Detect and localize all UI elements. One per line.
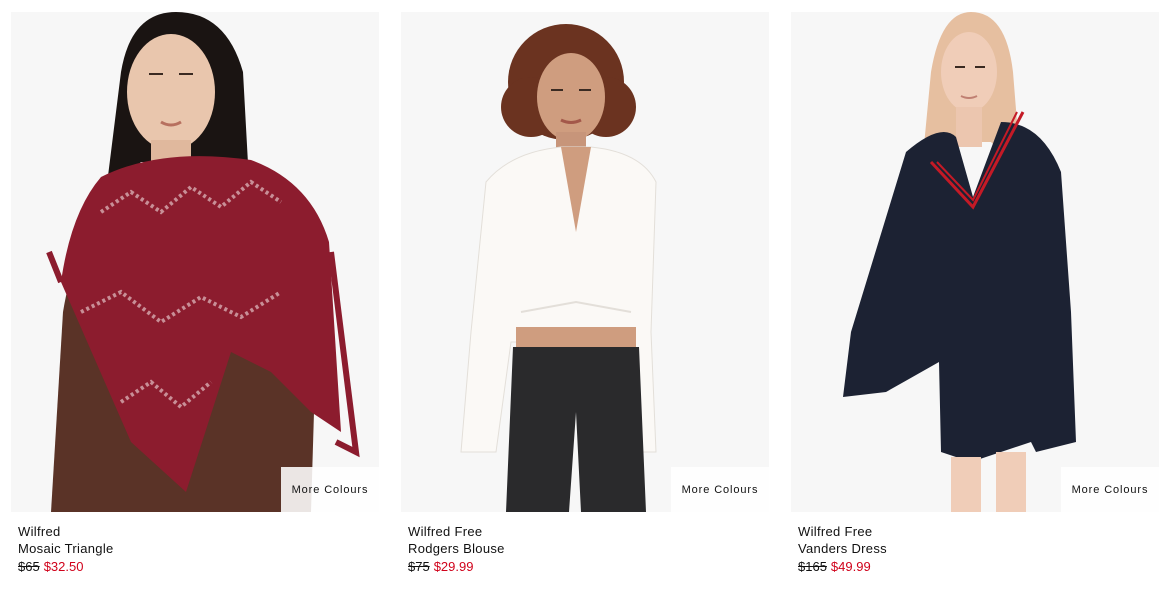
product-card[interactable]: More Colours Wilfred Free Rodgers Blouse… — [401, 12, 769, 575]
sale-price: $29.99 — [433, 559, 474, 574]
product-name-link[interactable]: Mosaic Triangle — [18, 540, 372, 557]
product-grid: More Colours Wilfred Mosaic Triangle $65… — [0, 0, 1170, 599]
sale-price: $32.50 — [43, 559, 84, 574]
product-price: $65 $32.50 — [18, 558, 372, 575]
more-colours-button[interactable]: More Colours — [671, 467, 769, 512]
product-price: $75 $29.99 — [408, 558, 762, 575]
product-brand: Wilfred Free — [408, 524, 483, 539]
more-colours-button[interactable]: More Colours — [1061, 467, 1159, 512]
original-price: $75 — [408, 559, 430, 574]
product-image-vanders-dress[interactable]: More Colours — [791, 12, 1159, 512]
product-price: $165 $49.99 — [798, 558, 1152, 575]
product-name-link[interactable]: Rodgers Blouse — [408, 540, 762, 557]
more-colours-button[interactable]: More Colours — [281, 467, 379, 512]
product-info: Wilfred Free Rodgers Blouse $75 $29.99 — [401, 512, 769, 575]
product-brand: Wilfred — [18, 524, 61, 539]
sale-price: $49.99 — [830, 559, 871, 574]
model-blouse-illustration — [401, 12, 769, 512]
product-name-link[interactable]: Vanders Dress — [798, 540, 1152, 557]
product-card[interactable]: More Colours Wilfred Mosaic Triangle $65… — [11, 12, 379, 575]
product-card[interactable]: More Colours Wilfred Free Vanders Dress … — [791, 12, 1159, 575]
product-info: Wilfred Free Vanders Dress $165 $49.99 — [791, 512, 1159, 575]
product-image-mosaic-triangle[interactable]: More Colours — [11, 12, 379, 512]
original-price: $65 — [18, 559, 40, 574]
product-info: Wilfred Mosaic Triangle $65 $32.50 — [11, 512, 379, 575]
model-dress-illustration — [791, 12, 1159, 512]
model-scarf-illustration — [11, 12, 379, 512]
original-price: $165 — [798, 559, 827, 574]
product-brand: Wilfred Free — [798, 524, 873, 539]
product-image-rodgers-blouse[interactable]: More Colours — [401, 12, 769, 512]
